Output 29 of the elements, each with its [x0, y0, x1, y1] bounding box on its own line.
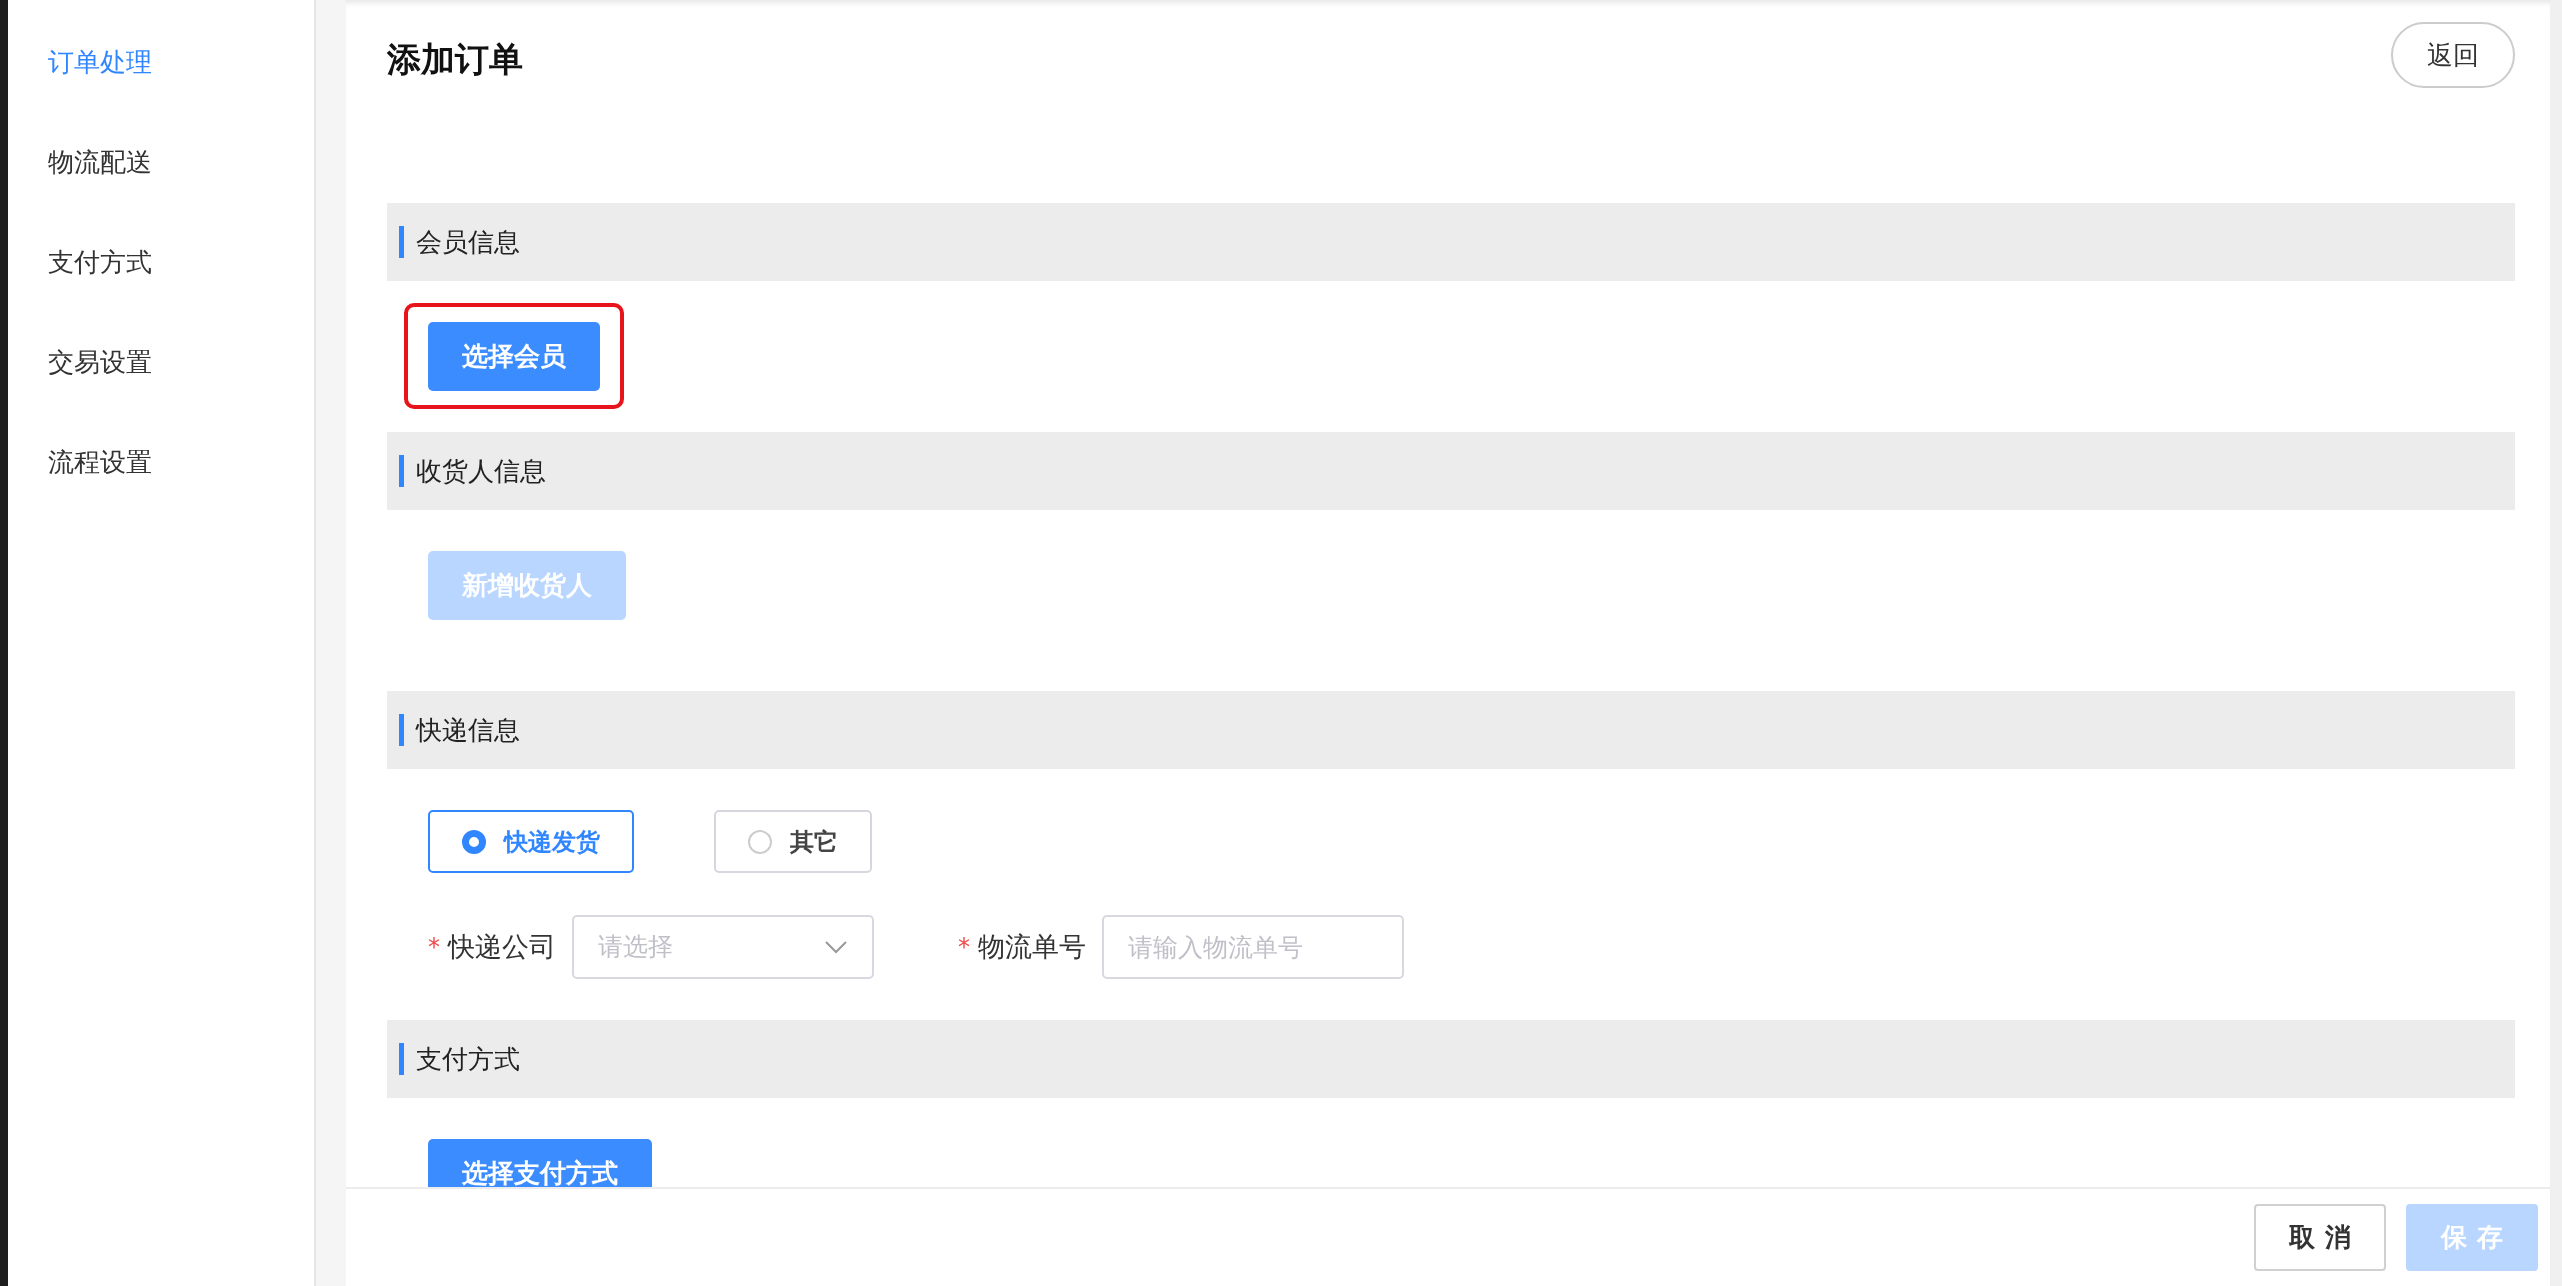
required-mark: * [428, 932, 440, 963]
cancel-button[interactable]: 取 消 [2254, 1204, 2386, 1271]
select-placeholder: 请选择 [598, 931, 673, 964]
required-mark: * [958, 932, 970, 963]
accent-bar [399, 455, 404, 487]
radio-option[interactable]: 快递发货 [428, 810, 634, 873]
radio-icon [462, 829, 486, 854]
section-title: 快递信息 [416, 713, 520, 747]
section-title: 支付方式 [416, 1042, 520, 1076]
input-field[interactable]: 请输入物流单号 [1102, 915, 1404, 979]
back-button[interactable]: 返回 [2391, 22, 2515, 88]
sidebar-item[interactable]: 支付方式 [8, 212, 314, 312]
radio-icon [748, 829, 772, 854]
radio-label: 快递发货 [504, 826, 600, 858]
accent-bar [399, 714, 404, 746]
chevron-down-icon [824, 940, 848, 954]
page-title: 添加订单 [387, 38, 523, 81]
sidebar-item[interactable]: 交易设置 [8, 312, 314, 412]
radio-option[interactable]: 其它 [714, 810, 872, 873]
field-label: 物流单号 [978, 929, 1086, 964]
section-title: 收货人信息 [416, 454, 546, 488]
section-title: 会员信息 [416, 225, 520, 259]
radio-label: 其它 [790, 826, 838, 858]
accent-bar [399, 1043, 404, 1075]
sidebar-item[interactable]: 物流配送 [8, 112, 314, 212]
field-label: 快递公司 [448, 929, 556, 964]
accent-bar [399, 226, 404, 258]
sidebar-item[interactable]: 流程设置 [8, 412, 314, 512]
sidebar-item[interactable]: 订单处理 [8, 12, 314, 112]
